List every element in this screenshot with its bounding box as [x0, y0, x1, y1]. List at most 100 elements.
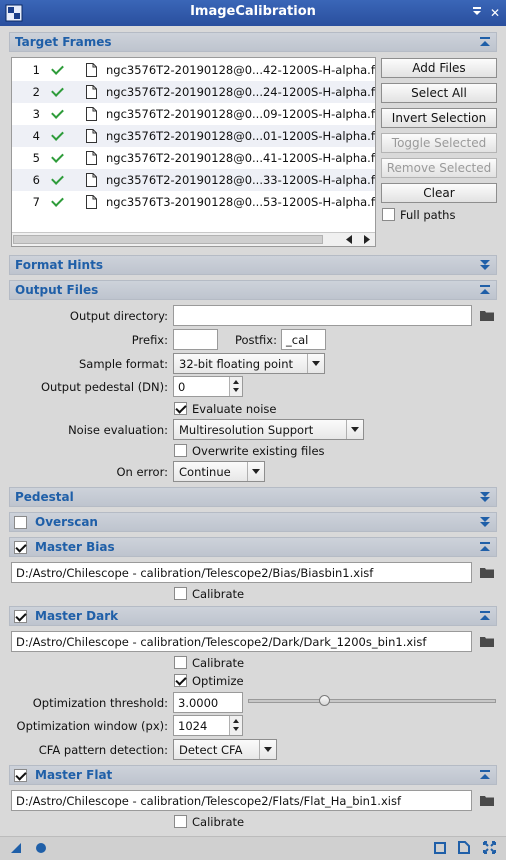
file-index: 4 [32, 129, 40, 143]
output-pedestal-spinbox[interactable]: 0 [173, 376, 243, 397]
chevron-down-icon [307, 354, 324, 373]
title-bar: ImageCalibration ✕ [0, 0, 506, 26]
master-bias-header[interactable]: Master Bias [9, 537, 497, 557]
noise-evaluation-label: Noise evaluation: [68, 423, 168, 437]
enabled-check-icon[interactable] [51, 106, 64, 119]
expand-icon[interactable] [479, 516, 491, 528]
full-paths-checkbox[interactable] [382, 208, 395, 221]
master-flat-title: Master Flat [35, 768, 113, 782]
prefix-input[interactable] [173, 329, 218, 350]
collapse-icon[interactable] [479, 769, 491, 781]
opt-threshold-slider-handle[interactable] [319, 695, 330, 706]
overwrite-label: Overwrite existing files [192, 444, 325, 458]
file-row[interactable]: 2 ngc3576T2-20190128@0...24-1200S-H-alph… [12, 81, 375, 103]
opt-threshold-slider-track[interactable] [248, 699, 496, 703]
collapse-icon[interactable] [479, 36, 491, 48]
master-bias-checkbox[interactable] [14, 541, 27, 554]
sample-format-select[interactable]: 32-bit floating point [173, 353, 325, 374]
spin-arrows-icon[interactable] [229, 716, 242, 735]
evaluate-noise-checkbox[interactable] [174, 402, 187, 415]
master-bias-path-input[interactable]: D:/Astro/Chilescope - calibration/Telesc… [11, 562, 472, 583]
scroll-right-icon[interactable] [363, 235, 371, 244]
file-row[interactable]: 1 ngc3576T2-20190128@0...42-1200S-H-alph… [12, 59, 375, 81]
horizontal-scrollbar[interactable] [12, 232, 375, 246]
folder-icon[interactable] [480, 636, 494, 647]
output-directory-input[interactable] [173, 305, 472, 326]
add-files-button[interactable]: Add Files [381, 58, 497, 78]
folder-icon[interactable] [480, 567, 494, 578]
target-frames-title: Target Frames [15, 35, 112, 49]
format-hints-title: Format Hints [15, 258, 103, 272]
on-error-label: On error: [116, 465, 168, 479]
collapse-icon[interactable] [479, 284, 491, 296]
file-row[interactable]: 5 ngc3576T2-20190128@0...41-1200S-H-alph… [12, 147, 375, 169]
postfix-input[interactable]: _cal [281, 329, 326, 350]
enabled-check-icon[interactable] [51, 194, 64, 207]
master-dark-checkbox[interactable] [14, 610, 27, 623]
master-dark-calibrate-checkbox[interactable] [174, 656, 187, 669]
browse-documentation-icon[interactable] [434, 842, 446, 854]
clear-button[interactable]: Clear [381, 183, 497, 203]
master-flat-calibrate-checkbox[interactable] [174, 815, 187, 828]
noise-evaluation-select[interactable]: Multiresolution Support [173, 419, 364, 440]
master-flat-header[interactable]: Master Flat [9, 765, 497, 785]
document-icon[interactable] [458, 841, 470, 854]
overscan-header[interactable]: Overscan [9, 512, 497, 532]
reset-icon[interactable] [483, 841, 496, 854]
close-icon[interactable]: ✕ [486, 4, 504, 22]
file-icon [86, 63, 97, 77]
apply-global-icon[interactable] [35, 842, 47, 854]
master-flat-checkbox[interactable] [14, 769, 27, 782]
opt-threshold-input[interactable]: 3.0000 [173, 692, 243, 713]
folder-icon[interactable] [480, 795, 494, 806]
cfa-value: Detect CFA [179, 743, 243, 757]
new-instance-icon[interactable] [10, 842, 22, 854]
master-dark-path-input[interactable]: D:/Astro/Chilescope - calibration/Telesc… [11, 631, 472, 652]
remove-selected-button[interactable]: Remove Selected [381, 158, 497, 178]
enabled-check-icon[interactable] [51, 84, 64, 97]
file-index: 5 [32, 151, 40, 165]
cfa-label: CFA pattern detection: [38, 743, 168, 757]
overscan-checkbox[interactable] [14, 516, 27, 529]
folder-icon[interactable] [480, 310, 494, 321]
invert-selection-button[interactable]: Invert Selection [381, 108, 497, 128]
select-all-button[interactable]: Select All [381, 83, 497, 103]
spin-arrows-icon[interactable] [229, 377, 242, 396]
cfa-select[interactable]: Detect CFA [173, 739, 277, 760]
file-icon [86, 173, 97, 187]
enabled-check-icon[interactable] [51, 150, 64, 163]
on-error-select[interactable]: Continue [173, 461, 265, 482]
enabled-check-icon[interactable] [51, 128, 64, 141]
file-row[interactable]: 7 ngc3576T3-20190128@0...53-1200S-H-alph… [12, 191, 375, 213]
target-frames-header[interactable]: Target Frames [9, 32, 497, 52]
master-dark-header[interactable]: Master Dark [9, 606, 497, 626]
optimize-checkbox[interactable] [174, 674, 187, 687]
output-files-header[interactable]: Output Files [9, 280, 497, 300]
format-hints-header[interactable]: Format Hints [9, 255, 497, 275]
master-bias-calibrate-checkbox[interactable] [174, 587, 187, 600]
master-flat-path-input[interactable]: D:/Astro/Chilescope - calibration/Telesc… [11, 790, 472, 811]
master-bias-title: Master Bias [35, 540, 115, 554]
enabled-check-icon[interactable] [51, 62, 64, 75]
enabled-check-icon[interactable] [51, 172, 64, 185]
opt-window-spinbox[interactable]: 1024 [173, 715, 243, 736]
scrollbar-thumb[interactable] [13, 235, 323, 244]
pedestal-header[interactable]: Pedestal [9, 487, 497, 507]
file-name: ngc3576T2-20190128@0...33-1200S-H-alpha.… [106, 173, 376, 187]
shade-icon[interactable] [468, 4, 486, 22]
expand-icon[interactable] [479, 491, 491, 503]
collapse-icon[interactable] [479, 610, 491, 622]
file-icon [86, 85, 97, 99]
scroll-left-icon[interactable] [345, 235, 353, 244]
file-row[interactable]: 6 ngc3576T2-20190128@0...33-1200S-H-alph… [12, 169, 375, 191]
file-row[interactable]: 3 ngc3576T2-20190128@0...09-1200S-H-alph… [12, 103, 375, 125]
file-row[interactable]: 4 ngc3576T2-20190128@0...01-1200S-H-alph… [12, 125, 375, 147]
toggle-selected-button[interactable]: Toggle Selected [381, 133, 497, 153]
master-dark-title: Master Dark [35, 609, 119, 623]
file-name: ngc3576T2-20190128@0...42-1200S-H-alpha.… [106, 63, 376, 77]
collapse-icon[interactable] [479, 541, 491, 553]
expand-icon[interactable] [479, 259, 491, 271]
overwrite-checkbox[interactable] [174, 444, 187, 457]
target-file-list[interactable]: 1 ngc3576T2-20190128@0...42-1200S-H-alph… [11, 57, 376, 247]
chevron-down-icon [346, 420, 363, 439]
